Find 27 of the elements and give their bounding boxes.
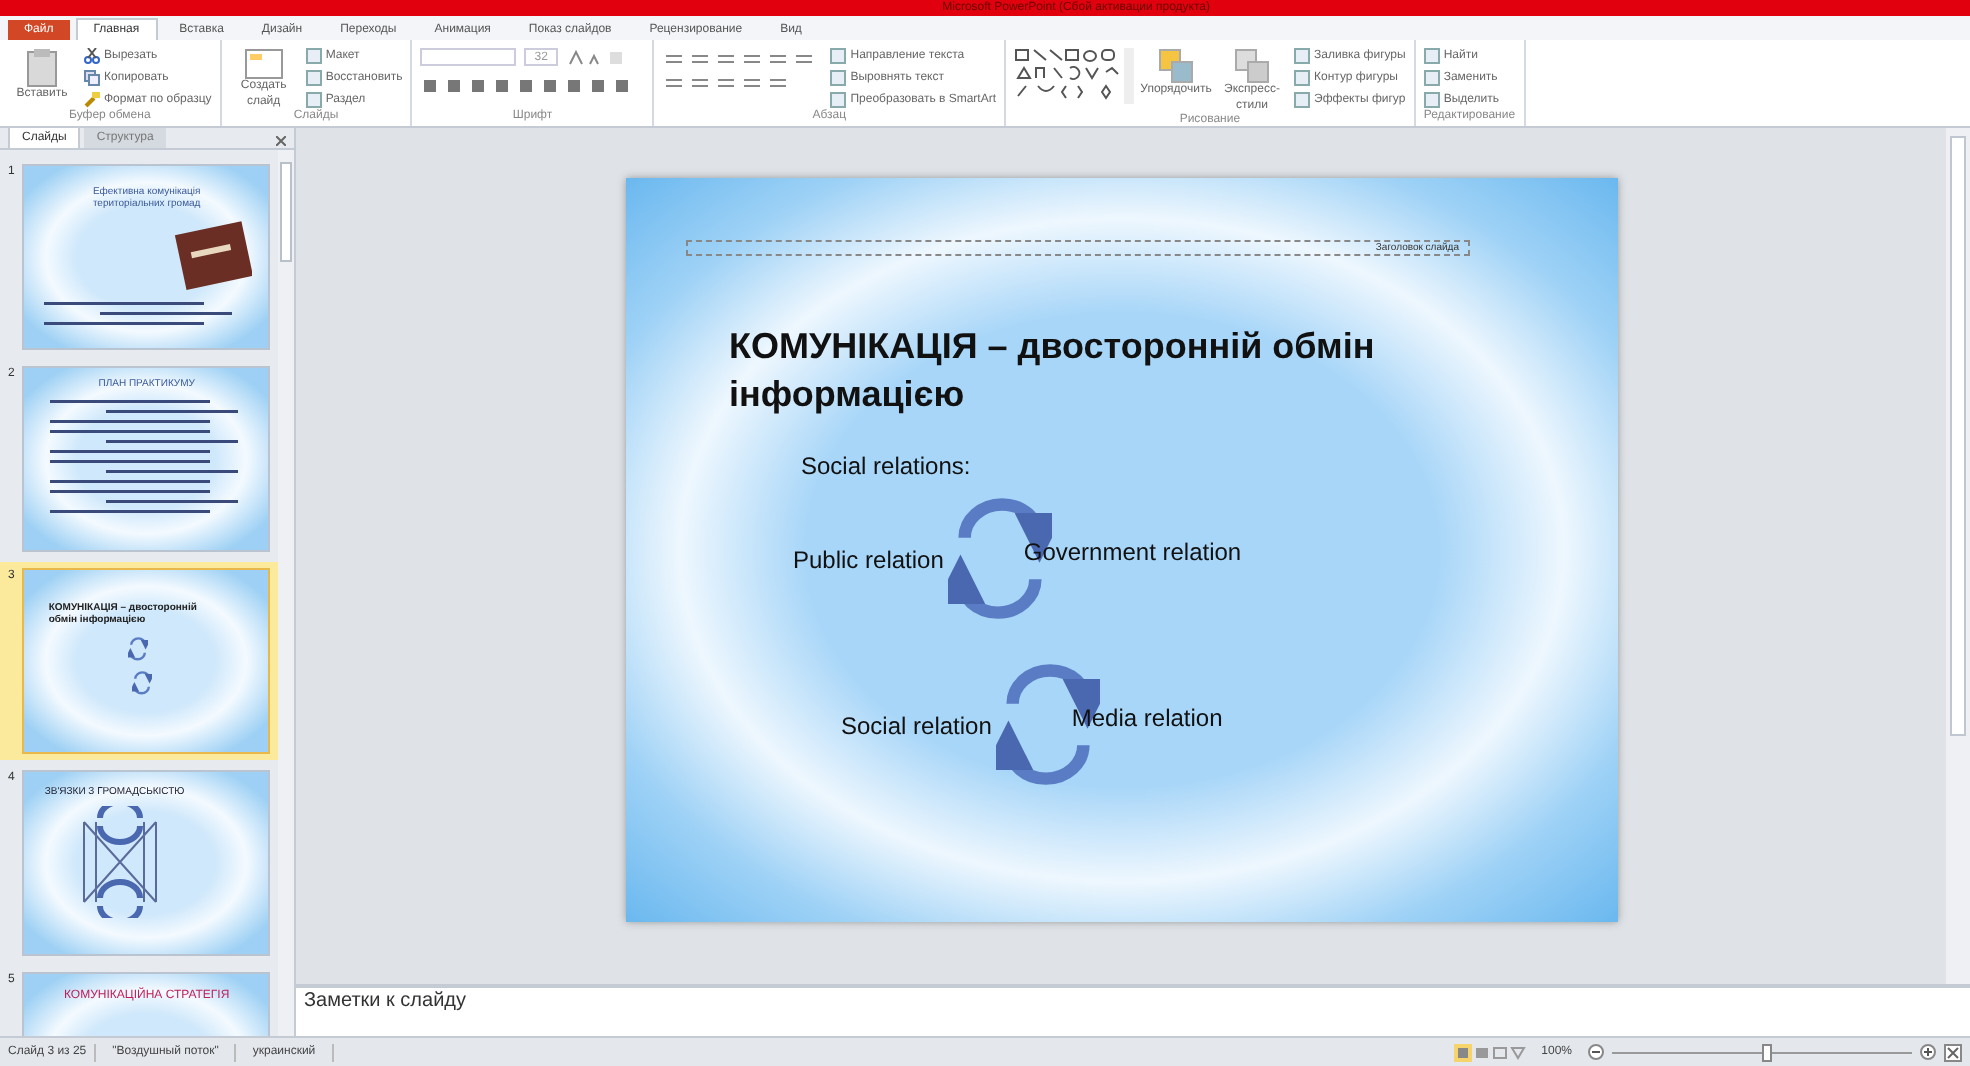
copy-icon [84,70,100,86]
font-size-buttons-icon[interactable] [565,49,626,65]
styles-icon [1234,48,1271,84]
relation-label: Social relation [841,709,992,744]
relation-label: Media relation [1071,701,1223,736]
paste-icon [24,48,60,88]
zoom-in-icon[interactable] [1920,1044,1936,1060]
slide-title: КОМУНІКАЦІЯ – двосторонній обмін інформацією [729,324,1377,418]
relation-label: Public relation [793,543,944,578]
new-slide-icon [243,48,284,80]
zoom-thumb[interactable] [1762,1043,1772,1061]
font-name-field[interactable] [420,48,517,66]
shapes-gallery-icon[interactable] [1014,48,1135,104]
scissors-icon [84,48,100,64]
fit-to-window-icon[interactable] [1944,1043,1962,1061]
scrollbar[interactable] [278,150,294,1036]
arrange-icon [1158,48,1195,84]
cycle-arrows-icon [128,635,149,661]
zoom-out-icon[interactable] [1588,1044,1604,1060]
scrollbar[interactable] [1946,128,1970,984]
brush-icon [84,92,100,108]
notes-field[interactable]: Заметки к слайду [296,984,1970,1036]
close-icon[interactable] [276,136,286,148]
view-buttons-icon[interactable] [1453,1043,1526,1061]
cycle-arrows-icon [132,669,153,695]
relation-label: Government relation [1023,535,1242,570]
slide-subtitle: Social relations: [801,450,971,484]
